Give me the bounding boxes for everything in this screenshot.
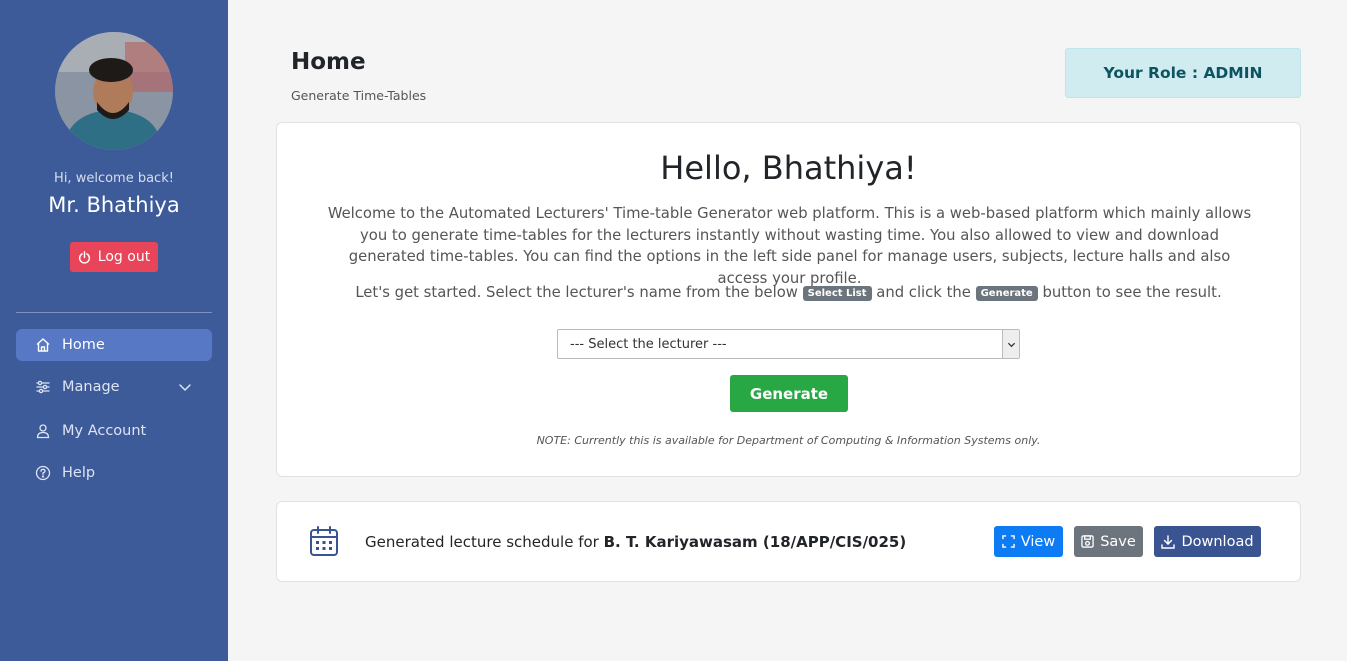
user-icon	[35, 423, 51, 439]
generate-badge: Generate	[975, 286, 1038, 301]
sliders-icon	[35, 379, 51, 395]
page-title: Home	[291, 49, 366, 75]
avatar	[55, 32, 173, 150]
download-icon	[1161, 534, 1176, 549]
sidebar-item-label: My Account	[62, 423, 147, 439]
lecturer-select[interactable]: --- Select the lecturer ---	[557, 329, 1020, 359]
sidebar-item-manage[interactable]: Manage	[16, 371, 212, 403]
sidebar-item-help[interactable]: Help	[16, 457, 212, 489]
select-list-badge: Select List	[802, 286, 872, 301]
instructions-suffix: button to see the result.	[1042, 284, 1222, 301]
schedule-text: Generated lecture schedule for B. T. Kar…	[365, 533, 906, 551]
role-badge: Your Role : ADMIN	[1065, 48, 1301, 98]
welcome-card: Hello, Bhathiya! Welcome to the Automate…	[276, 122, 1301, 477]
page-subtitle: Generate Time-Tables	[291, 88, 427, 103]
instructions-prefix: Let's get started. Select the lecturer's…	[355, 284, 798, 301]
calendar-icon	[309, 525, 339, 557]
schedule-prefix: Generated lecture schedule for	[365, 533, 599, 551]
welcome-text: Hi, welcome back!	[54, 171, 174, 186]
instructions-text: Let's get started. Select the lecturer's…	[277, 284, 1300, 301]
sidebar-item-label: Home	[62, 337, 105, 353]
sidebar-item-label: Manage	[62, 379, 120, 395]
sidebar: Hi, welcome back! Mr. Bhathiya Log out H…	[0, 0, 228, 661]
lecturer-name: B. T. Kariyawasam (18/APP/CIS/025)	[603, 533, 907, 551]
instructions-middle: and click the	[876, 284, 971, 301]
sidebar-divider	[16, 312, 212, 313]
power-icon	[78, 250, 91, 264]
note-text: NOTE: Currently this is available for De…	[536, 434, 1041, 447]
chevron-down-icon	[1002, 330, 1019, 358]
home-icon	[35, 337, 51, 353]
save-button[interactable]: Save	[1074, 526, 1143, 557]
lecturer-select-value: --- Select the lecturer ---	[570, 336, 727, 352]
sidebar-item-my-account[interactable]: My Account	[16, 415, 212, 447]
view-label: View	[1020, 533, 1056, 550]
floppy-icon	[1081, 535, 1094, 548]
logout-label: Log out	[97, 249, 151, 265]
logout-button[interactable]: Log out	[70, 242, 158, 272]
download-button[interactable]: Download	[1154, 526, 1261, 557]
sidebar-item-label: Help	[62, 465, 96, 481]
help-icon	[35, 465, 51, 481]
download-label: Download	[1181, 533, 1254, 550]
view-button[interactable]: View	[994, 526, 1063, 557]
username: Mr. Bhathiya	[48, 193, 180, 217]
save-label: Save	[1100, 533, 1136, 550]
intro-text: Welcome to the Automated Lecturers' Time…	[327, 205, 1252, 287]
greeting-heading: Hello, Bhathiya!	[660, 149, 917, 187]
generate-button[interactable]: Generate	[730, 375, 848, 412]
schedule-card: Generated lecture schedule for B. T. Kar…	[276, 501, 1301, 582]
sidebar-item-home[interactable]: Home	[16, 329, 212, 361]
expand-icon	[1002, 535, 1015, 548]
chevron-down-icon	[178, 380, 192, 394]
